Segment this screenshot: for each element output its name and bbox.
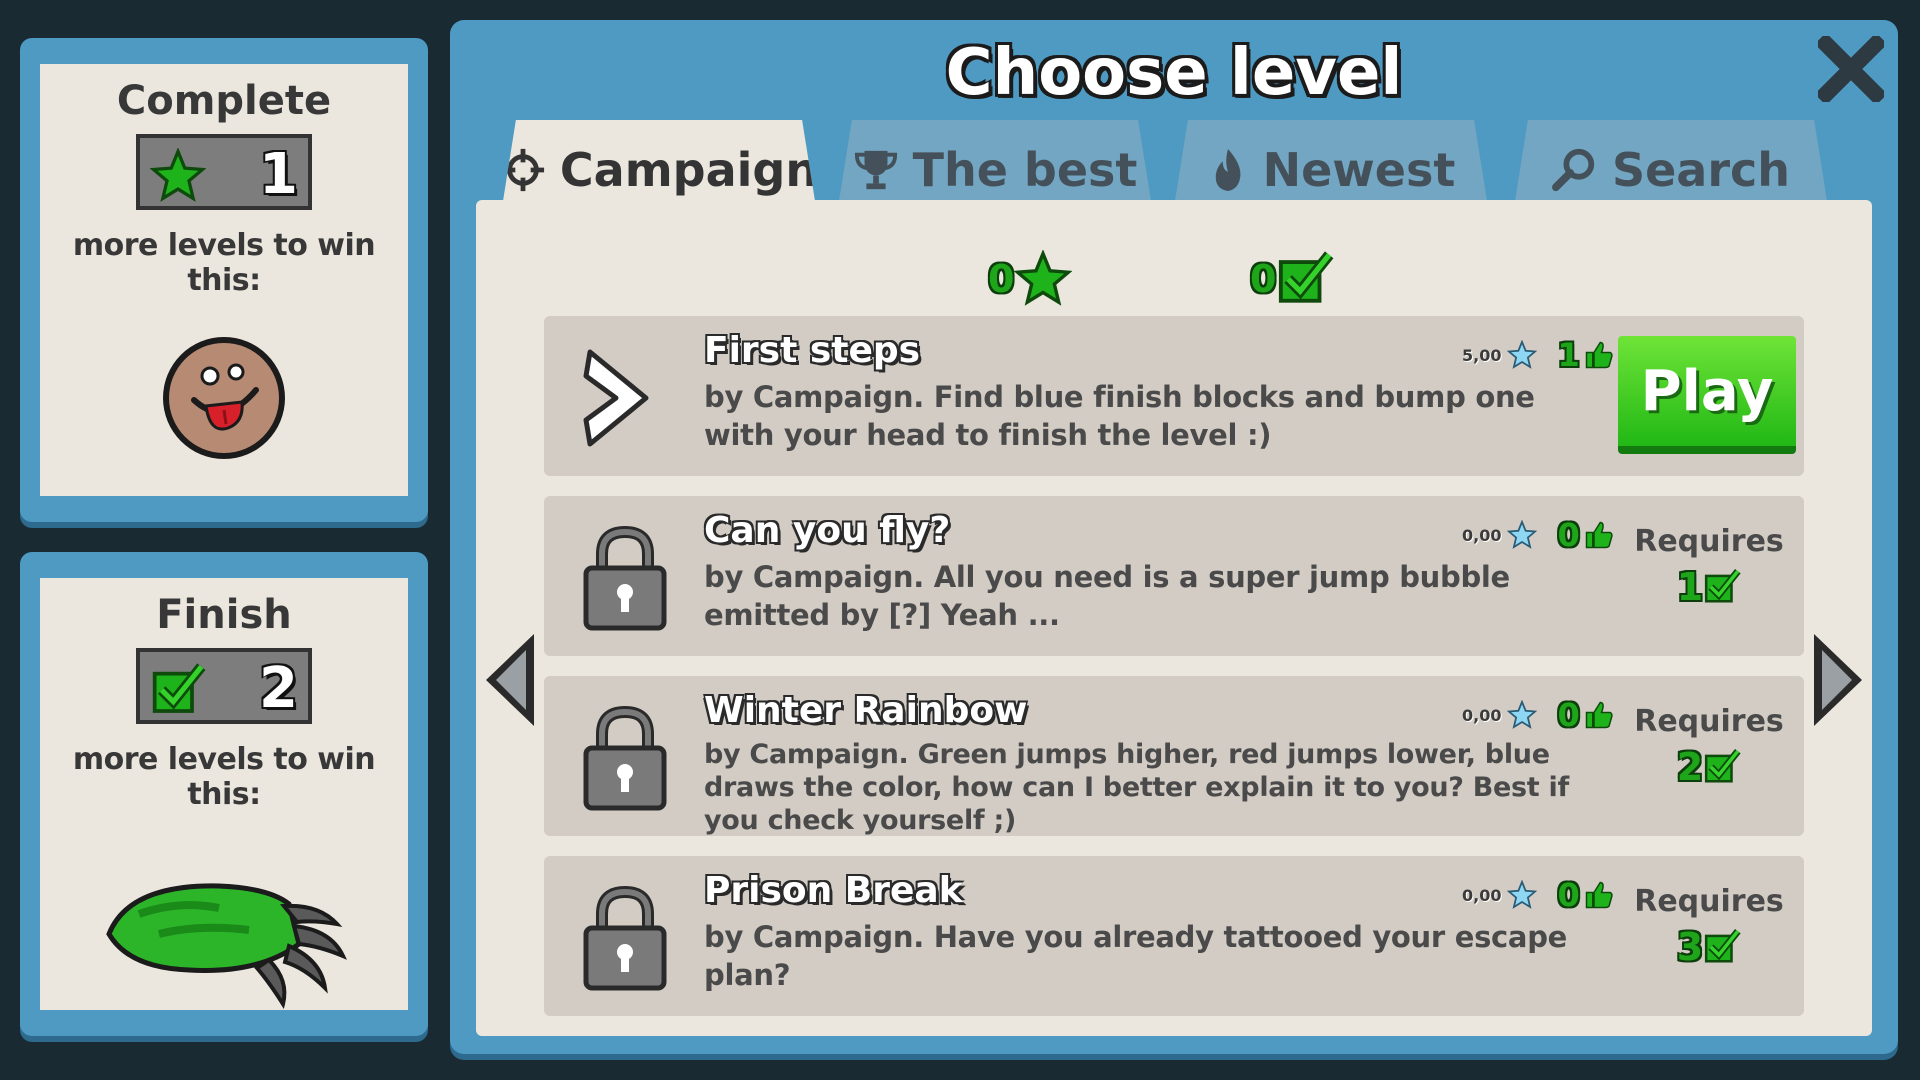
- tab-newest-label: Newest: [1262, 143, 1456, 197]
- requires-count-value: 2: [1676, 745, 1704, 789]
- level-rating: 0,00: [1462, 525, 1502, 545]
- level-rating: 5,00: [1462, 345, 1502, 365]
- tab-campaign-label: Campaign: [559, 143, 819, 197]
- arrow-right-icon[interactable]: [1808, 630, 1868, 730]
- level-description: by Campaign. Green jumps higher, red jum…: [704, 739, 1569, 836]
- requires-count-value: 1: [1676, 565, 1704, 609]
- star-icon: [1507, 880, 1538, 909]
- requires-box: Requires 3: [1614, 884, 1804, 969]
- finish-counter: 2: [136, 648, 312, 724]
- requires-count: 2: [1677, 745, 1741, 789]
- level-name: Prison Break: [704, 870, 963, 911]
- level-likes: 0: [1557, 876, 1580, 914]
- finish-subtitle: more levels to win this:: [72, 742, 376, 812]
- total-stars: 0: [988, 250, 1073, 308]
- level-stats: 0,00 0: [1462, 696, 1614, 734]
- level-row-prison-break[interactable]: Prison Break by Campaign. Have you alrea…: [544, 856, 1804, 1016]
- requires-count: 1: [1677, 565, 1741, 609]
- level-name: First steps: [704, 330, 921, 371]
- star-icon: [150, 148, 206, 202]
- thumbs-up-icon: [1585, 341, 1613, 369]
- crosshair-icon: [501, 148, 545, 192]
- lock-icon: [583, 525, 667, 631]
- requires-box: Requires 1: [1614, 524, 1804, 609]
- star-icon: [1507, 520, 1538, 549]
- complete-panel: Complete 1 more levels to win this:: [20, 38, 428, 522]
- level-row-first-steps[interactable]: First steps by Campaign. Find blue finis…: [544, 316, 1804, 476]
- green-claw-reward-icon: [106, 883, 347, 1010]
- level-description: by Campaign. Find blue finish blocks and…: [704, 380, 1535, 452]
- total-completed-count: 0: [1250, 257, 1277, 301]
- choose-level-dialog: Choose level Campaign The best Newest Se…: [450, 20, 1898, 1054]
- star-icon: [1014, 250, 1073, 306]
- level-row-winter-rainbow[interactable]: Winter Rainbow by Campaign. Green jumps …: [544, 676, 1804, 836]
- requires-label: Requires: [1634, 524, 1784, 559]
- level-description: by Campaign. All you need is a super jum…: [704, 560, 1510, 632]
- check-icon: [1279, 251, 1334, 303]
- level-rating: 0,00: [1462, 705, 1502, 725]
- level-likes: 0: [1557, 516, 1580, 554]
- lock-icon: [583, 705, 667, 811]
- complete-counter: 1: [136, 134, 312, 210]
- requires-count: 3: [1677, 925, 1741, 969]
- level-likes: 0: [1557, 696, 1580, 734]
- requires-label: Requires: [1634, 704, 1784, 739]
- level-stats: 5,00 1: [1462, 336, 1614, 374]
- star-icon: [1507, 700, 1538, 729]
- tab-the-best-label: The best: [912, 143, 1138, 197]
- flame-icon: [1215, 149, 1241, 191]
- level-rating: 0,00: [1462, 885, 1502, 905]
- check-icon: [152, 663, 206, 713]
- complete-panel-inner: Complete 1 more levels to win this:: [40, 64, 408, 496]
- complete-title: Complete: [116, 78, 332, 124]
- totals-bar: 0 0: [476, 250, 1872, 310]
- requires-label: Requires: [1634, 884, 1784, 919]
- finish-panel: Finish 2 more levels to win this:: [20, 552, 428, 1036]
- level-stats: 0,00 0: [1462, 876, 1614, 914]
- level-name: Winter Rainbow: [704, 690, 1028, 731]
- level-row-can-you-fly[interactable]: Can you fly? by Campaign. All you need i…: [544, 496, 1804, 656]
- thumbs-up-icon: [1585, 701, 1613, 729]
- level-likes: 1: [1557, 336, 1580, 374]
- finish-panel-inner: Finish 2 more levels to win this:: [40, 578, 408, 1010]
- dialog-title: Choose level: [945, 36, 1403, 110]
- lock-icon: [583, 885, 667, 991]
- tab-search-label: Search: [1611, 143, 1791, 197]
- play-button[interactable]: Play: [1618, 336, 1796, 454]
- check-icon: [1705, 928, 1741, 963]
- finish-count: 2: [259, 656, 298, 721]
- search-icon: [1551, 148, 1595, 192]
- tab-campaign[interactable]: Campaign: [500, 120, 818, 220]
- level-name: Can you fly?: [704, 510, 951, 551]
- star-icon: [1507, 340, 1538, 369]
- thumbs-up-icon: [1585, 881, 1613, 909]
- arrow-left-icon[interactable]: [480, 630, 540, 730]
- level-stats: 0,00 0: [1462, 516, 1614, 554]
- complete-subtitle: more levels to win this:: [72, 228, 376, 298]
- close-icon[interactable]: [1818, 36, 1884, 102]
- complete-count: 1: [259, 142, 298, 207]
- level-list-area: 0 0 First steps by Campaign. Find blue f: [476, 200, 1872, 1036]
- finish-title: Finish: [156, 592, 292, 638]
- trophy-icon: [854, 150, 897, 190]
- total-completed: 0: [1250, 250, 1334, 308]
- check-icon: [1705, 568, 1741, 603]
- requires-count-value: 3: [1676, 925, 1704, 969]
- total-stars-count: 0: [988, 257, 1015, 301]
- check-icon: [1705, 748, 1741, 783]
- chevron-right-icon: [583, 349, 649, 447]
- level-description: by Campaign. Have you already tattooed y…: [704, 920, 1568, 992]
- thumbs-up-icon: [1585, 521, 1613, 549]
- requires-box: Requires 2: [1614, 704, 1804, 789]
- tongue-face-reward-icon: [163, 337, 285, 459]
